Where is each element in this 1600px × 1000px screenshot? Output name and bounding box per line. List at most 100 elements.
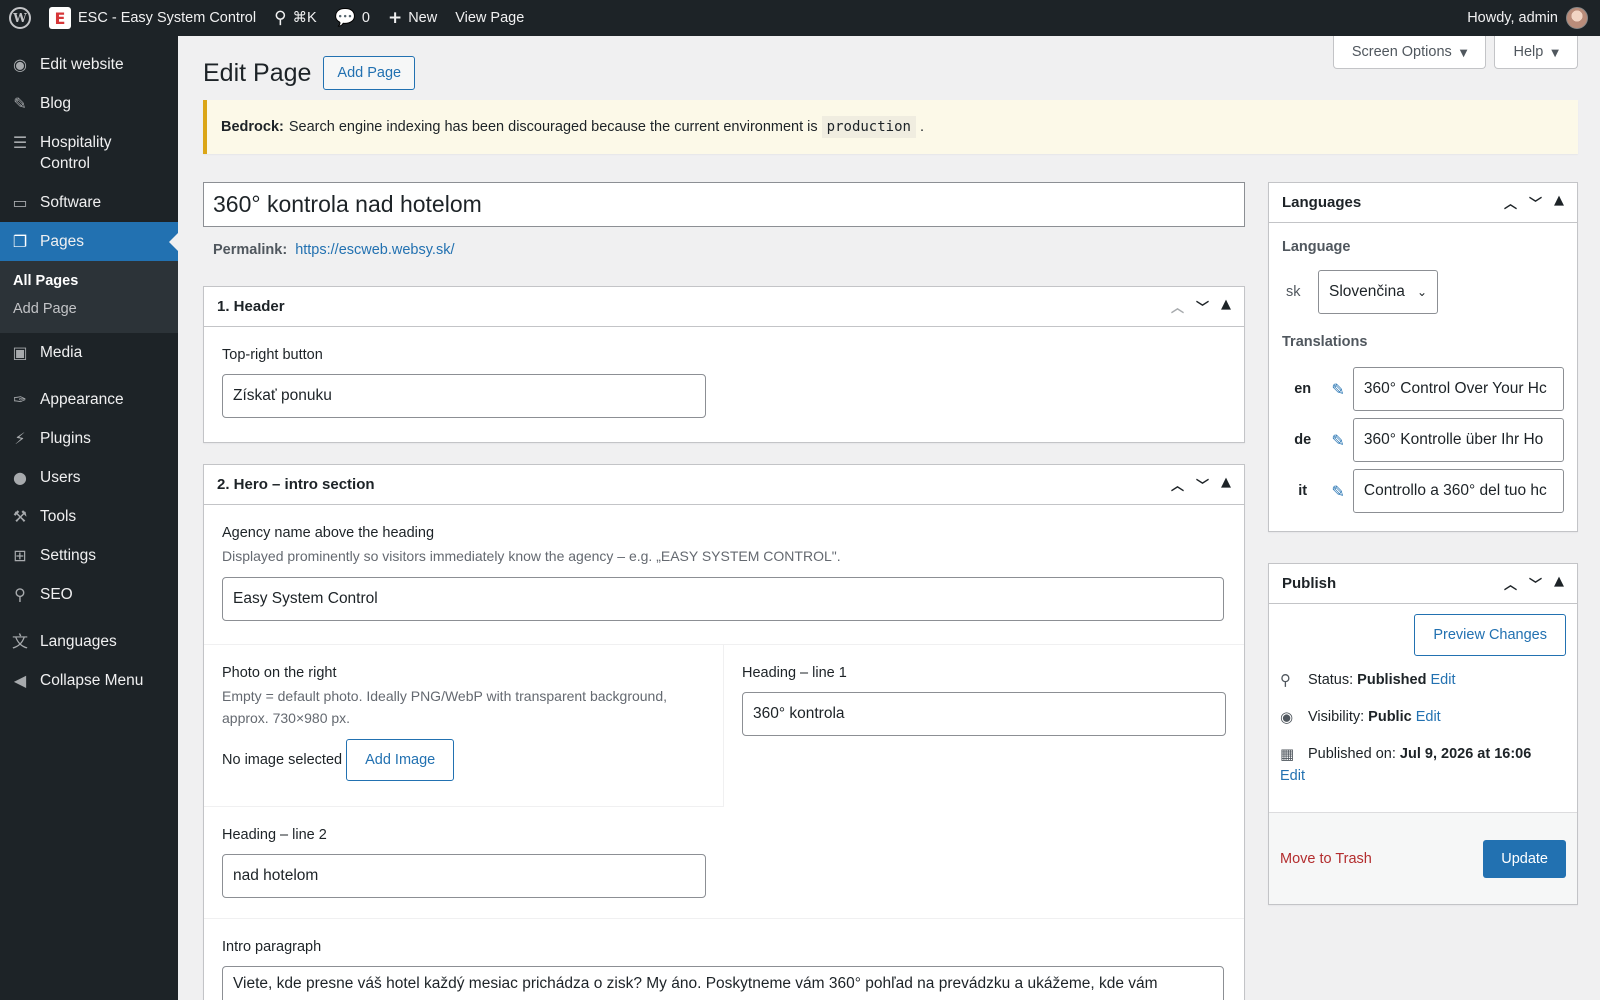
sidebar-item-label: Edit website bbox=[40, 56, 124, 73]
pencil-icon[interactable]: ✎ bbox=[1323, 431, 1353, 450]
help-label: Help bbox=[1513, 44, 1544, 60]
translation-input-de[interactable]: 360° Kontrolle über Ihr Ho bbox=[1352, 418, 1564, 462]
move-up-icon[interactable]: ︿ bbox=[1171, 297, 1184, 316]
permalink-link[interactable]: https://escweb.websy.sk/ bbox=[295, 242, 454, 258]
help-button[interactable]: Help ▼ bbox=[1494, 36, 1578, 69]
translations-label: Translations bbox=[1282, 334, 1368, 350]
publish-metabox: Publish ︿ ﹀ ▲ Preview Changes ⚲ Status: … bbox=[1268, 563, 1578, 905]
sidebar-item-label: Media bbox=[40, 344, 83, 361]
pin-icon: ✎ bbox=[13, 94, 27, 113]
move-up-icon[interactable]: ︿ bbox=[1171, 475, 1184, 494]
translation-code: it bbox=[1298, 483, 1308, 499]
chevron-down-icon: ⌄ bbox=[1416, 285, 1427, 299]
add-page-button[interactable]: Add Page bbox=[323, 56, 416, 90]
sidebar-item-tools[interactable]: ⚒ Tools bbox=[0, 497, 178, 536]
move-down-icon[interactable]: ﹀ bbox=[1529, 193, 1542, 212]
media-icon: ▣ bbox=[12, 343, 28, 362]
wordpress-logo-icon: W bbox=[9, 7, 31, 29]
screen-options-button[interactable]: Screen Options ▼ bbox=[1332, 36, 1487, 69]
wordpress-logo-button[interactable]: W bbox=[0, 0, 40, 36]
calendar-icon: ▦ bbox=[1280, 745, 1295, 763]
metabox-title: Publish bbox=[1282, 575, 1337, 592]
translation-input-it[interactable]: Controllo a 360° del tuo hc bbox=[1352, 469, 1564, 513]
permalink: Permalink: https://escweb.websy.sk/ bbox=[213, 242, 454, 258]
move-down-icon[interactable]: ﹀ bbox=[1196, 475, 1209, 494]
sidebar-item-plugins[interactable]: ⚡ Plugins bbox=[0, 419, 178, 458]
move-up-icon[interactable]: ︿ bbox=[1504, 193, 1517, 212]
move-up-icon[interactable]: ︿ bbox=[1504, 574, 1517, 593]
sidebar-item-settings[interactable]: ⊞ Settings bbox=[0, 536, 178, 575]
heading-line-1-input[interactable]: 360° kontrola bbox=[742, 692, 1226, 736]
agency-name-input[interactable]: Easy System Control bbox=[222, 577, 1224, 621]
command-search-button[interactable]: ⚲ ⌘K bbox=[265, 0, 326, 36]
sidebar-item-label: Pages bbox=[40, 233, 84, 250]
translation-row-it: it ✎ Controllo a 360° del tuo hc bbox=[1282, 469, 1564, 513]
sidebar-item-edit-website[interactable]: ◉ Edit website bbox=[0, 48, 178, 84]
caret-down-icon: ▼ bbox=[1551, 48, 1559, 59]
comment-icon: 💬 bbox=[334, 8, 356, 28]
account-menu[interactable]: Howdy, admin bbox=[1467, 7, 1600, 29]
collapse-icon: ◀ bbox=[13, 671, 27, 690]
sidebar-item-hospitality-control[interactable]: ☰ Hospitality Control bbox=[0, 123, 178, 183]
new-content-button[interactable]: + New bbox=[379, 0, 446, 36]
hero-metabox: 2. Hero – intro section ︿ ﹀ ▲ Agency nam… bbox=[203, 464, 1245, 1000]
heading-line-2-input[interactable]: nad hotelom bbox=[222, 854, 706, 898]
collapse-menu-button[interactable]: ◀ Collapse Menu bbox=[0, 661, 178, 700]
language-select-value: Slovenčina bbox=[1329, 283, 1405, 300]
search-icon: ⚲ bbox=[274, 8, 287, 28]
intro-paragraph-textarea[interactable]: Viete, kde presne váš hotel každý mesiac… bbox=[222, 966, 1224, 1000]
sidebar-item-pages[interactable]: ❐ Pages bbox=[0, 222, 178, 261]
pencil-icon[interactable]: ✎ bbox=[1323, 380, 1353, 399]
edit-date-link[interactable]: Edit bbox=[1280, 765, 1305, 787]
field-label: Heading – line 2 bbox=[222, 827, 327, 843]
language-select[interactable]: Slovenčina ⌄ bbox=[1318, 270, 1438, 314]
eye-icon: ◉ bbox=[13, 55, 27, 74]
languages-metabox: Languages ︿ ﹀ ▲ Language sk Slovenčina ⌄… bbox=[1268, 182, 1578, 532]
preview-changes-button[interactable]: Preview Changes bbox=[1414, 614, 1566, 656]
field-label: Top-right button bbox=[222, 347, 323, 363]
view-page-link[interactable]: View Page bbox=[446, 0, 533, 36]
submenu-all-pages[interactable]: All Pages bbox=[0, 267, 178, 295]
move-down-icon[interactable]: ﹀ bbox=[1196, 297, 1209, 316]
sidebar-item-languages[interactable]: 文 Languages bbox=[0, 622, 178, 661]
toggle-panel-icon[interactable]: ▲ bbox=[1554, 193, 1564, 212]
translation-code: en bbox=[1294, 381, 1312, 397]
visibility-row: ◉ Visibility: Public Edit bbox=[1280, 706, 1566, 728]
post-title-input[interactable]: 360° kontrola nad hotelom bbox=[203, 182, 1245, 227]
edit-status-link[interactable]: Edit bbox=[1431, 672, 1456, 688]
add-image-button[interactable]: Add Image bbox=[346, 739, 455, 781]
comments-link[interactable]: 💬 0 bbox=[326, 0, 379, 36]
toggle-panel-icon[interactable]: ▲ bbox=[1221, 475, 1231, 494]
list-icon: ☰ bbox=[12, 133, 28, 152]
move-down-icon[interactable]: ﹀ bbox=[1529, 574, 1542, 593]
sidebar-item-label: Users bbox=[40, 469, 81, 486]
sidebar-item-label: Software bbox=[40, 194, 102, 211]
submenu-add-page[interactable]: Add Page bbox=[0, 295, 178, 323]
sidebar-item-blog[interactable]: ✎ Blog bbox=[0, 84, 178, 123]
sidebar-item-appearance[interactable]: ✑ Appearance bbox=[0, 380, 178, 419]
pencil-icon[interactable]: ✎ bbox=[1323, 482, 1353, 501]
sidebar-item-media[interactable]: ▣ Media bbox=[0, 333, 178, 372]
status-label: Status: bbox=[1308, 672, 1354, 688]
brush-icon: ✑ bbox=[13, 390, 27, 409]
translation-input-en[interactable]: 360° Control Over Your Hc bbox=[1352, 367, 1564, 411]
sidebar-item-software[interactable]: ▭ Software bbox=[0, 183, 178, 222]
admin-bar: W E ESC - Easy System Control ⚲ ⌘K 💬 0 +… bbox=[0, 0, 1600, 36]
toggle-panel-icon[interactable]: ▲ bbox=[1221, 297, 1231, 316]
edit-visibility-link[interactable]: Edit bbox=[1416, 709, 1441, 725]
metabox-title: Languages bbox=[1282, 194, 1362, 211]
permalink-label: Permalink: bbox=[213, 242, 288, 258]
notice-code: production bbox=[821, 116, 916, 138]
metabox-header: Languages ︿ ﹀ ▲ bbox=[1269, 183, 1577, 223]
top-right-button-input[interactable]: Získať ponuku bbox=[222, 374, 706, 418]
sidebar-item-seo[interactable]: ⚲ SEO bbox=[0, 575, 178, 614]
translation-row-en: en ✎ 360° Control Over Your Hc bbox=[1282, 367, 1564, 411]
site-name-link[interactable]: E ESC - Easy System Control bbox=[40, 0, 265, 36]
update-button[interactable]: Update bbox=[1483, 839, 1566, 878]
no-image-text: No image selected bbox=[222, 752, 343, 768]
toggle-panel-icon[interactable]: ▲ bbox=[1554, 574, 1564, 593]
field-label: Agency name above the heading bbox=[222, 525, 435, 541]
sidebar-item-users[interactable]: ● Users bbox=[0, 458, 178, 497]
move-to-trash-link[interactable]: Move to Trash bbox=[1280, 851, 1372, 867]
wrench-icon: ⚒ bbox=[12, 507, 28, 526]
